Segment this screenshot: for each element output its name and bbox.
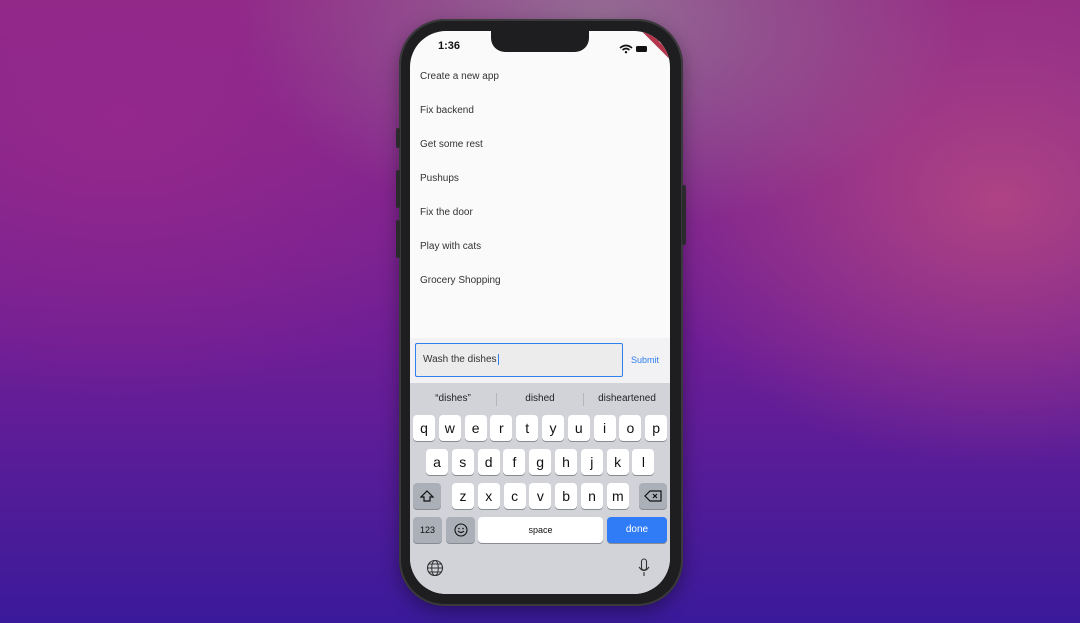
volume-up-button [396,170,400,208]
done-key[interactable]: done [607,517,667,543]
list-item[interactable]: Pushups [410,162,670,196]
key-w[interactable]: w [438,415,461,441]
key-g[interactable]: g [529,449,552,475]
key-l[interactable]: l [632,449,655,475]
globe-icon[interactable] [426,559,444,577]
suggestion-2[interactable]: dished [497,387,583,411]
key-f[interactable]: f [503,449,526,475]
key-c[interactable]: c [503,483,526,509]
key-b[interactable]: b [555,483,578,509]
list-item[interactable]: Fix backend [410,94,670,128]
emoji-icon [453,523,468,537]
suggestion-1[interactable]: “dishes” [410,387,496,411]
mute-switch [396,128,400,148]
list-item[interactable]: Get some rest [410,128,670,162]
key-s[interactable]: s [451,449,474,475]
list-item[interactable]: Grocery Shopping [410,264,670,298]
backspace-key[interactable] [639,483,667,509]
key-h[interactable]: h [555,449,577,475]
key-i[interactable]: i [593,415,616,441]
submit-button[interactable]: Submit [631,355,659,365]
text-caret [497,353,499,365]
list-item[interactable]: Fix the door [410,196,670,230]
keyboard: “dishes” dished disheartened qwertyuiop … [410,383,670,594]
status-icons [618,41,648,59]
key-y[interactable]: y [542,415,564,441]
space-key[interactable]: space [478,517,603,543]
notch [491,31,589,52]
task-input[interactable]: Wash the dishes [415,343,623,377]
list-item[interactable]: Create a new app [410,60,670,94]
key-v[interactable]: v [529,483,552,509]
key-j[interactable]: j [580,449,603,475]
shift-icon [419,490,435,502]
key-k[interactable]: k [606,449,629,475]
key-m[interactable]: m [606,483,629,509]
backspace-icon [644,490,662,502]
task-input-bar: Wash the dishes Submit [410,338,670,383]
key-t[interactable]: t [516,415,539,441]
list-item[interactable]: Play with cats [410,230,670,264]
suggestion-bar: “dishes” dished disheartened [410,387,670,411]
key-p[interactable]: p [645,415,668,441]
key-a[interactable]: a [426,449,448,475]
key-n[interactable]: n [581,483,603,509]
wifi-icon [619,44,647,54]
volume-down-button [396,220,400,258]
key-d[interactable]: d [477,449,500,475]
key-x[interactable]: x [477,483,500,509]
microphone-icon[interactable] [637,558,651,578]
shift-key[interactable] [413,483,441,509]
power-button [682,185,686,245]
key-r[interactable]: r [490,415,513,441]
todo-list: Create a new app Fix backend Get some re… [410,60,670,298]
emoji-key[interactable] [446,517,475,543]
phone-screen: 1:36 DEBUG Create a new app Fix backend … [410,31,670,594]
key-z[interactable]: z [452,483,474,509]
task-input-value: Wash the dishes [423,354,497,365]
key-o[interactable]: o [619,415,642,441]
status-time: 1:36 [438,40,461,52]
key-e[interactable]: e [464,415,487,441]
key-u[interactable]: u [567,415,590,441]
key-q[interactable]: q [413,415,435,441]
numbers-key[interactable]: 123 [413,517,442,543]
suggestion-3[interactable]: disheartened [584,387,670,411]
battery-icon [636,46,647,52]
